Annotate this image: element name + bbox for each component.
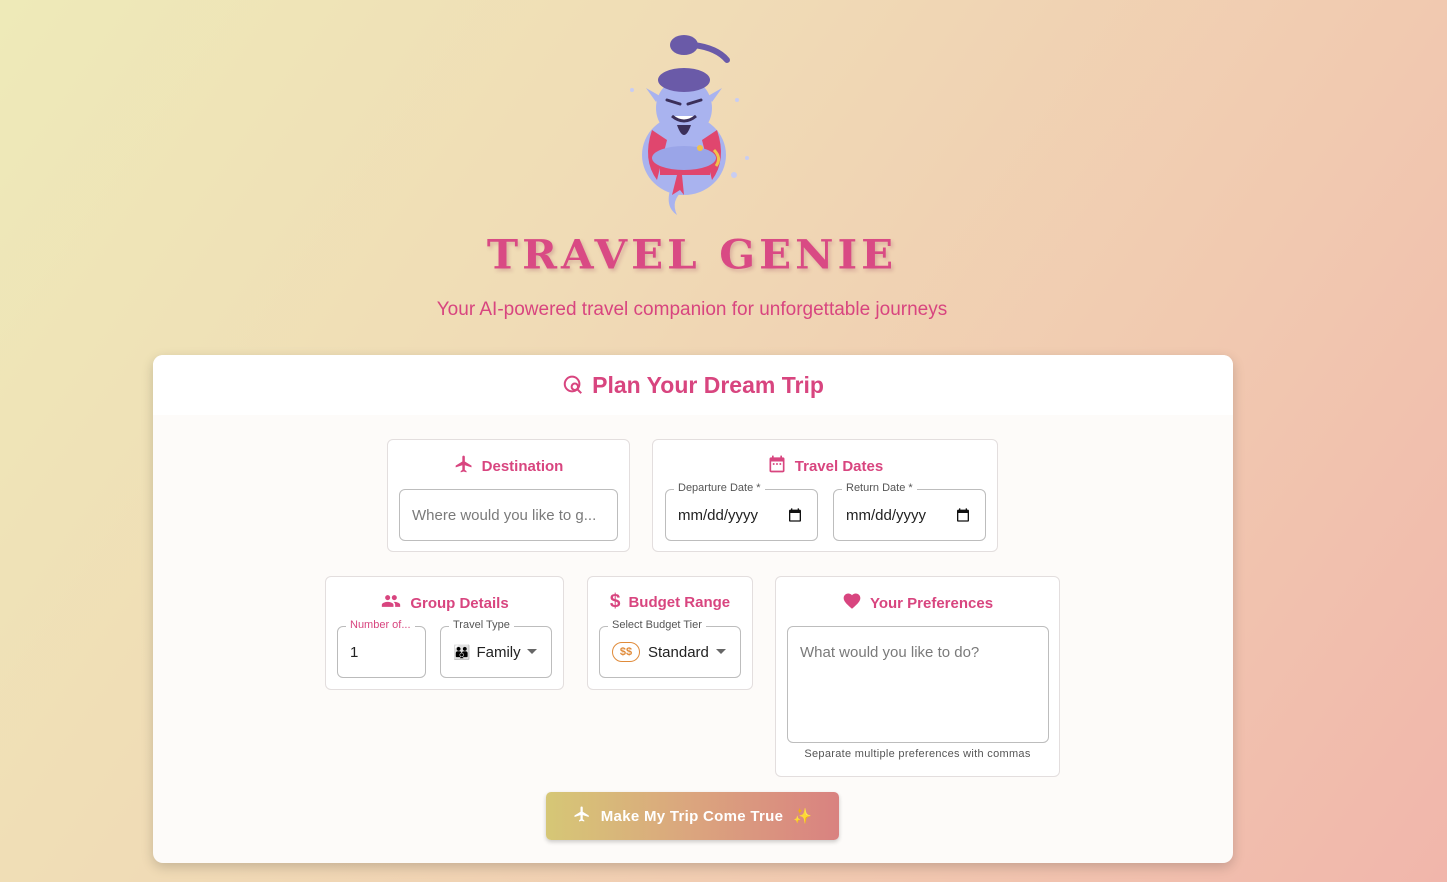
card-title: Plan Your Dream Trip — [592, 371, 824, 398]
travelers-count-input[interactable]: Number of... 1 — [337, 619, 426, 678]
budget-tier-select[interactable]: Select Budget Tier $$ Standard — [599, 619, 741, 678]
travel-type-label: Travel Type — [449, 619, 514, 631]
calendar-picker-icon[interactable] — [955, 507, 971, 527]
travel-type-value: Family — [476, 643, 521, 661]
group-details-title: Group Details — [410, 594, 509, 612]
budget-range-section: $ Budget Range Select Budget Tier $$ Sta… — [587, 576, 753, 690]
return-date-value: mm/dd/yyyy — [846, 506, 927, 524]
return-date-field[interactable]: Return Date * mm/dd/yyyy — [833, 482, 986, 541]
make-trip-button-label: Make My Trip Come True — [600, 807, 784, 825]
preferences-textarea[interactable]: What would you like to do? — [787, 626, 1049, 743]
budget-tier-value: Standard — [648, 643, 709, 661]
card-header: Plan Your Dream Trip — [153, 355, 1233, 415]
preferences-helper-text: Separate multiple preferences with comma… — [804, 748, 1031, 760]
preferences-title: Your Preferences — [869, 594, 994, 612]
people-icon — [380, 591, 402, 615]
destination-section: Destination Where would you like to g... — [387, 439, 630, 552]
departure-date-field[interactable]: Departure Date * mm/dd/yyyy — [665, 482, 818, 541]
group-details-section: Group Details Number of... 1 Travel Type… — [325, 576, 564, 690]
budget-tier-badge: $$ — [612, 642, 640, 662]
heart-icon — [842, 591, 862, 615]
travel-explore-icon — [562, 369, 584, 401]
travel-dates-title: Travel Dates — [794, 457, 884, 475]
calendar-picker-icon[interactable] — [787, 507, 803, 527]
travel-dates-section: Travel Dates Departure Date * mm/dd/yyyy… — [652, 439, 998, 552]
make-trip-button[interactable]: Make My Trip Come True ✨ — [546, 792, 839, 840]
genie-mascot-logo — [622, 30, 752, 220]
budget-range-title: Budget Range — [628, 593, 731, 611]
trip-planner-card: Plan Your Dream Trip Destination Where w… — [153, 355, 1233, 863]
departure-date-label: Departure Date * — [674, 482, 765, 494]
dollar-icon: $ — [609, 591, 621, 612]
travelers-count-label: Number of... — [346, 619, 415, 631]
calendar-icon — [767, 454, 787, 478]
travelers-count-value: 1 — [350, 643, 359, 661]
family-emoji-icon: 👪 — [453, 643, 471, 660]
budget-tier-label: Select Budget Tier — [608, 619, 706, 631]
return-date-label: Return Date * — [842, 482, 917, 494]
destination-placeholder: Where would you like to g... — [412, 506, 597, 524]
sparkle-icon: ✨ — [793, 808, 813, 825]
preferences-placeholder: What would you like to do? — [800, 644, 980, 661]
destination-input[interactable]: Where would you like to g... — [399, 489, 618, 541]
travel-type-select[interactable]: Travel Type 👪 Family — [440, 619, 552, 678]
airplane-icon — [454, 454, 474, 478]
destination-title: Destination — [481, 457, 564, 475]
chevron-down-icon — [716, 649, 726, 654]
chevron-down-icon — [527, 649, 537, 654]
airplane-icon — [573, 805, 591, 827]
brand-title: TRAVEL GENIE — [486, 231, 898, 278]
preferences-section: Your Preferences What would you like to … — [775, 576, 1060, 777]
brand-subtitle: Your AI-powered travel companion for unf… — [436, 299, 948, 320]
departure-date-value: mm/dd/yyyy — [678, 506, 759, 524]
